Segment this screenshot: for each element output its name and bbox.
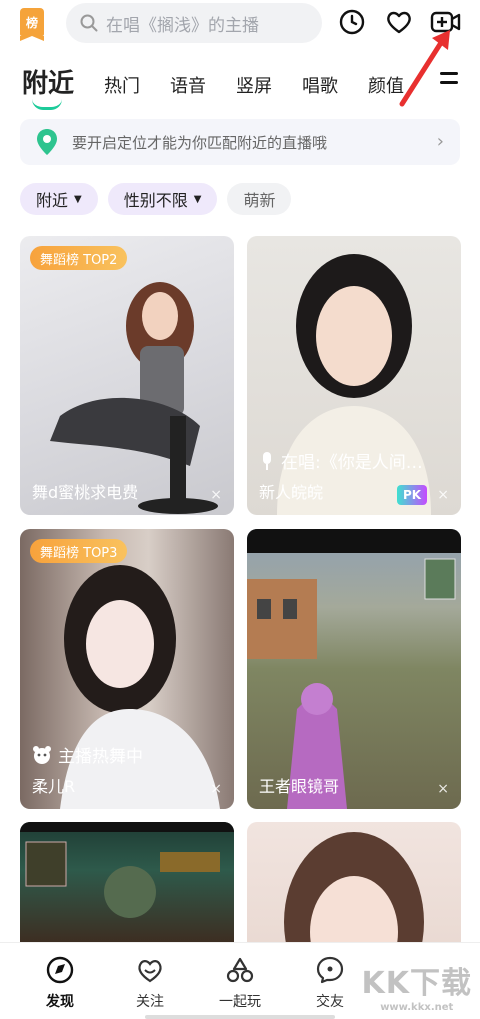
- tab-hot[interactable]: 热门: [104, 72, 140, 108]
- nav-follow-label: 关注: [136, 994, 164, 1010]
- tab-singing[interactable]: 唱歌: [302, 72, 338, 108]
- stream-status-text: 主播热舞中: [58, 747, 143, 767]
- filter-newbie[interactable]: 萌新: [227, 183, 292, 215]
- rank-badge-button[interactable]: 榜: [20, 8, 44, 41]
- history-icon[interactable]: [338, 8, 366, 36]
- stream-thumbnail: [20, 529, 234, 809]
- nav-discover-label: 发现: [46, 994, 74, 1010]
- filter-nearby-label: 附近: [36, 191, 69, 210]
- filter-newbie-label: 萌新: [243, 191, 276, 210]
- dismiss-icon[interactable]: ×: [437, 781, 449, 797]
- category-tabs: 附近 热门 语音 竖屏 唱歌 颜值: [22, 63, 458, 110]
- stream-thumbnail: [20, 236, 234, 515]
- stream-status: 主播热舞中: [32, 742, 143, 767]
- microphone-icon: [263, 451, 271, 470]
- stream-card[interactable]: 舞蹈榜 TOP3 主播热舞中 柔儿R ×: [20, 529, 234, 809]
- nav-discover[interactable]: 发现: [20, 955, 100, 1011]
- streamer-name: 王者眼镜哥: [259, 777, 340, 796]
- tab-looks[interactable]: 颜值: [368, 72, 404, 108]
- stream-card[interactable]: 在唱:《你是人间… 新人皖皖 PK ×: [247, 236, 461, 515]
- filter-gender[interactable]: 性别不限 ▼: [107, 183, 218, 215]
- pk-badge: PK: [397, 485, 427, 505]
- chat-icon: [316, 956, 344, 984]
- stream-card[interactable]: 王者眼镜哥 ×: [247, 529, 461, 809]
- bottom-nav: 发现 关注 一起玩 交友 KK下载 www.kkx.net: [0, 942, 480, 1019]
- stream-status: 在唱:《你是人间…: [259, 448, 423, 473]
- nav-follow[interactable]: 关注: [110, 955, 190, 1011]
- stream-thumbnail: [247, 822, 461, 942]
- location-banner-text: 要开启定位才能为你匹配附近的直播哦: [72, 133, 328, 152]
- stream-status-text: 在唱:《你是人间…: [281, 453, 423, 473]
- dismiss-icon[interactable]: ×: [210, 487, 222, 503]
- nav-play-together-label: 一起玩: [219, 994, 261, 1010]
- dismiss-icon[interactable]: ×: [437, 487, 449, 503]
- search-icon: [80, 14, 98, 32]
- caret-down-icon: ▼: [193, 193, 202, 205]
- location-banner[interactable]: 要开启定位才能为你匹配附近的直播哦 ›: [20, 119, 460, 165]
- follow-icon: [138, 960, 162, 983]
- nav-play-together[interactable]: 一起玩: [200, 955, 280, 1011]
- site-watermark: KK下载 www.kkx.net: [362, 958, 473, 1013]
- nav-chat[interactable]: 交友: [290, 955, 370, 1011]
- streamer-name: 舞d蜜桃求电费: [32, 483, 139, 502]
- tab-vertical[interactable]: 竖屏: [236, 72, 272, 108]
- tab-nearby[interactable]: 附近: [22, 63, 74, 110]
- home-indicator: [145, 1015, 335, 1019]
- watermark-url: www.kkx.net: [380, 1002, 454, 1013]
- stream-card[interactable]: 舞蹈榜 TOP2 舞d蜜桃求电费 ×: [20, 236, 234, 515]
- search-placeholder: 在唱《搁浅》的主播: [106, 15, 259, 36]
- watermark-text: KK下载: [361, 966, 472, 1001]
- search-bar[interactable]: 在唱《搁浅》的主播: [66, 3, 322, 43]
- caret-down-icon: ▼: [74, 193, 82, 205]
- rank-tag: 舞蹈榜 TOP3: [30, 539, 128, 563]
- dancing-bear-icon: [33, 745, 51, 764]
- streamer-name: 新人皖皖: [259, 483, 324, 502]
- stream-card[interactable]: [247, 822, 461, 942]
- stream-thumbnail: [20, 822, 234, 942]
- nav-chat-label: 交友: [316, 994, 344, 1010]
- filter-nearby[interactable]: 附近 ▼: [20, 183, 98, 215]
- top-bar: 榜 在唱《搁浅》的主播: [0, 0, 480, 107]
- streamer-name: 柔儿R: [32, 777, 76, 796]
- tab-menu-icon[interactable]: [440, 72, 458, 86]
- stream-card[interactable]: [20, 822, 234, 942]
- discover-icon: [46, 956, 74, 984]
- chevron-right-icon: ›: [436, 131, 444, 152]
- dismiss-icon[interactable]: ×: [210, 781, 222, 797]
- location-pin-icon: [37, 129, 57, 155]
- play-together-icon: [226, 957, 254, 983]
- filter-bar: 附近 ▼ 性别不限 ▼ 萌新: [20, 183, 301, 215]
- stream-thumbnail: [247, 529, 461, 809]
- stream-thumbnail: [247, 236, 461, 515]
- tab-voice[interactable]: 语音: [170, 72, 206, 108]
- filter-gender-label: 性别不限: [123, 191, 188, 210]
- rank-tag: 舞蹈榜 TOP2: [30, 246, 128, 270]
